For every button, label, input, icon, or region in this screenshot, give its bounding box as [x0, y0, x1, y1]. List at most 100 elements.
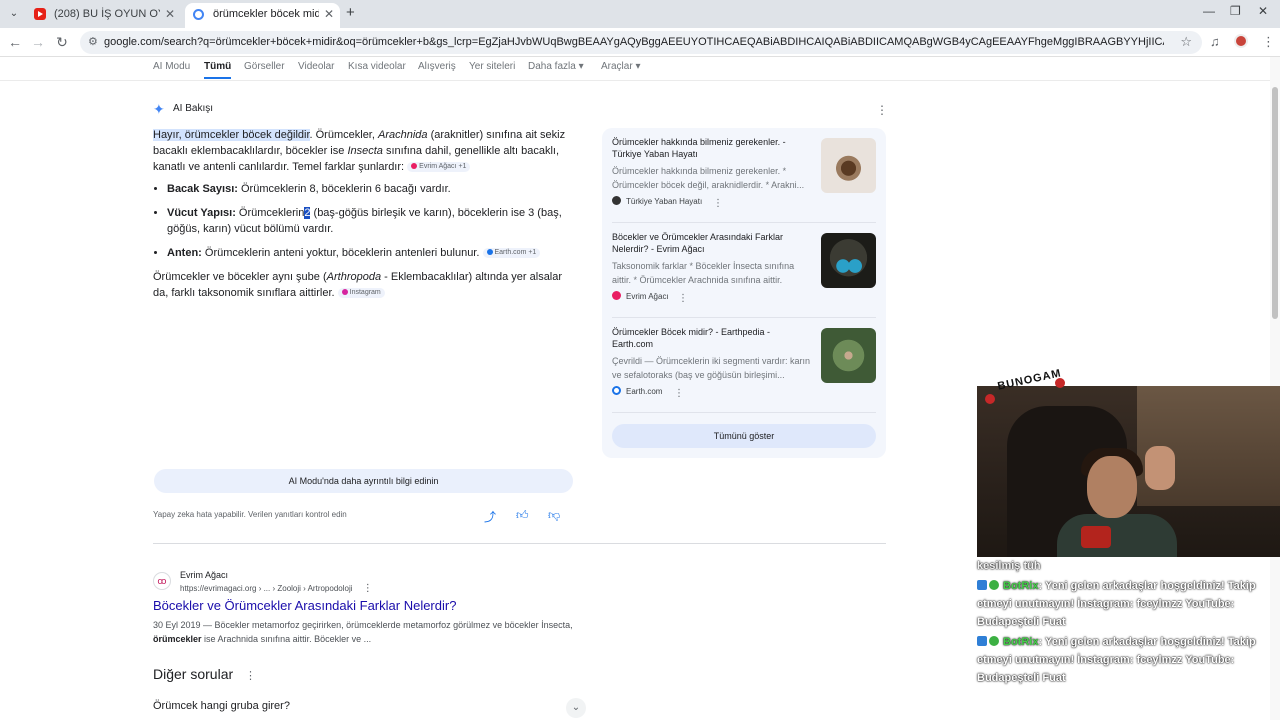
- bullet-label: Vücut Yapısı:: [167, 207, 236, 219]
- address-bar[interactable]: ⚙ google.com/search?q=örümcekler+böcek+m…: [80, 31, 1202, 54]
- result-url-text: https://evrimagaci.org › ... › Zooloji ›…: [180, 584, 353, 593]
- reload-icon[interactable]: ↻: [53, 34, 71, 50]
- source-menu-icon[interactable]: ⋮: [674, 388, 684, 399]
- bookmark-star-icon[interactable]: ☆: [1180, 34, 1192, 50]
- thumbs-up-icon[interactable]: 👍︎: [516, 508, 529, 523]
- tab-label: (208) BU İŞ OYUN OYNAMAYA: [54, 8, 160, 20]
- source-card[interactable]: Örümcekler hakkında bilmeniz gerekenler.…: [612, 128, 876, 212]
- stream-logo: BUNOGAM: [983, 367, 1073, 404]
- source-menu-icon[interactable]: ⋮: [713, 198, 723, 209]
- tab-videos[interactable]: Videolar: [298, 61, 335, 72]
- back-arrow-icon[interactable]: ←: [6, 34, 24, 50]
- tab-all[interactable]: Tümü: [204, 61, 232, 79]
- summary-italic: Arthropoda: [326, 271, 382, 283]
- result-menu-icon[interactable]: ⋮: [363, 583, 373, 594]
- spider-thumbnail[interactable]: [821, 328, 876, 383]
- restore-icon[interactable]: ❐: [1230, 4, 1241, 18]
- caret-down-icon: ▾: [578, 61, 584, 72]
- tab-images[interactable]: Görseller: [244, 61, 285, 72]
- close-icon[interactable]: ✕: [165, 3, 175, 25]
- intro-text: . Örümcekler,: [309, 129, 378, 141]
- media-controls-icon[interactable]: ♫: [1210, 34, 1220, 49]
- ai-sources-panel: Örümcekler hakkında bilmeniz gerekenler.…: [602, 128, 886, 458]
- source-title[interactable]: Örümcekler hakkında bilmeniz gerekenler.…: [612, 136, 808, 160]
- tab-shopping[interactable]: Alışveriş: [418, 61, 456, 72]
- source-card[interactable]: Böcekler ve Örümcekler Arasındaki Farkla…: [612, 223, 876, 307]
- snippet-bold: örümcekler: [153, 634, 202, 644]
- logo-text: BUNOGAM: [996, 367, 1063, 393]
- intro-italic: Insecta: [347, 145, 383, 157]
- bullet-label: Bacak Sayısı:: [167, 183, 238, 195]
- source-chip[interactable]: Earth.com +1: [482, 248, 541, 259]
- toolbar: ← → ↻ ⚙ google.com/search?q=örümcekler+b…: [0, 28, 1280, 57]
- tab-search-icon[interactable]: ⌄: [6, 6, 22, 22]
- minimize-icon[interactable]: —: [1203, 4, 1215, 18]
- source-title[interactable]: Böcekler ve Örümcekler Arasındaki Farkla…: [612, 231, 808, 255]
- source-card[interactable]: Örümcekler Böcek midir? - Earthpedia - E…: [612, 318, 876, 402]
- window-close-icon[interactable]: ✕: [1258, 4, 1268, 18]
- result-url[interactable]: https://evrimagaci.org › ... › Zooloji ›…: [180, 583, 373, 594]
- new-tab-icon[interactable]: +: [346, 4, 355, 21]
- chevron-down-icon[interactable]: ⌄: [566, 698, 586, 718]
- question-item[interactable]: Örümcek hangi gruba girer?: [153, 700, 290, 712]
- ai-overview-body: Hayır, örümcekler böcek değildir. Örümce…: [153, 127, 571, 301]
- bullet-text: Örümceklerin anteni yoktur, böceklerin a…: [201, 247, 480, 259]
- other-questions-menu-icon[interactable]: ⋮: [245, 670, 256, 682]
- profile-avatar[interactable]: [1234, 34, 1248, 48]
- menu-kebab-icon[interactable]: ⋮: [1262, 34, 1275, 50]
- ai-overview-title: AI Bakışı: [173, 103, 214, 114]
- forward-arrow-icon[interactable]: →: [29, 34, 47, 50]
- source-menu-icon[interactable]: ⋮: [678, 293, 688, 304]
- source-site: Evrim Ağacı: [612, 291, 669, 301]
- ai-mode-more-button[interactable]: AI Modu'nda daha ayrıntılı bilgi edinin: [154, 469, 573, 493]
- tab-short-videos[interactable]: Kısa videolar: [348, 61, 406, 72]
- chat-username: BotRix: [1003, 636, 1039, 648]
- bullet-text: Örümceklerin: [235, 207, 305, 219]
- source-chip[interactable]: Evrim Ağacı +1: [407, 162, 471, 173]
- source-title[interactable]: Örümcekler Böcek midir? - Earthpedia - E…: [612, 326, 808, 350]
- source-snippet: Taksonomik farklar * Böcekler İnsecta sı…: [612, 261, 795, 285]
- list-item: Anten: Örümceklerin anteni yoktur, böcek…: [167, 245, 571, 261]
- other-questions-title: Diğer sorular ⋮: [153, 666, 256, 682]
- chip-label: Instagram: [349, 289, 381, 297]
- source-snippet: Örümcekler hakkında bilmeniz gerekenler.…: [612, 166, 805, 190]
- thumbs-down-icon[interactable]: 👎︎: [548, 508, 560, 523]
- ai-overview-menu-icon[interactable]: ⋮: [876, 103, 888, 117]
- cam-person-body: [1057, 514, 1177, 557]
- show-all-button[interactable]: Tümünü göster: [612, 424, 876, 448]
- share-icon[interactable]: ⤴: [484, 508, 496, 525]
- moderator-badge-icon: [977, 580, 987, 590]
- snippet-text: ise Arachnida sınıfına aittir. Böcekler …: [201, 634, 372, 644]
- tab-more[interactable]: Daha fazla ▾: [528, 61, 584, 72]
- tab-google-search[interactable]: örümcekler böcek midir - Goo ✕: [185, 3, 340, 28]
- chip-label: Earth.com +1: [494, 249, 537, 257]
- youtube-icon: [34, 8, 46, 20]
- tab-places[interactable]: Yer siteleri: [469, 61, 515, 72]
- source-site-name: Evrim Ağacı: [626, 292, 669, 301]
- jumping-spider-thumbnail[interactable]: [821, 233, 876, 288]
- ai-bullet-list: Bacak Sayısı: Örümceklerin 8, böceklerin…: [167, 181, 571, 261]
- source-chip[interactable]: Instagram: [337, 288, 385, 299]
- chat-message: BotRix: Yeni gelen arkadaşlar hoşgeldini…: [977, 577, 1267, 631]
- result-title-link[interactable]: Böcekler ve Örümcekler Arasındaki Farkla…: [153, 598, 456, 613]
- result-site-name[interactable]: Evrim Ağacı: [180, 570, 228, 580]
- site-info-icon[interactable]: ⚙: [88, 35, 98, 48]
- tab-youtube[interactable]: (208) BU İŞ OYUN OYNAMAYA ✕: [26, 3, 181, 28]
- instagram-icon: [341, 289, 348, 296]
- source-site: Türkiye Yaban Hayatı: [612, 196, 702, 206]
- close-icon[interactable]: ✕: [324, 3, 334, 25]
- chat-message: BotRix: Yeni gelen arkadaşlar hoşgeldini…: [977, 633, 1267, 687]
- scrollbar-thumb[interactable]: [1272, 87, 1278, 319]
- tab-label: örümcekler böcek midir - Goo: [213, 8, 319, 20]
- cam-person-head: [1087, 456, 1137, 518]
- spider-thumbnail[interactable]: [821, 138, 876, 193]
- tab-ai-mode[interactable]: AI Modu: [153, 61, 190, 72]
- moderator-badge-icon: [977, 636, 987, 646]
- tab-strip: ⌄ (208) BU İŞ OYUN OYNAMAYA ✕ örümcekler…: [0, 0, 1280, 28]
- divider: [612, 412, 876, 413]
- tab-tools[interactable]: Araçlar ▾: [601, 61, 641, 72]
- ai-intro-paragraph: Hayır, örümcekler böcek değildir. Örümce…: [153, 127, 571, 175]
- url-text[interactable]: google.com/search?q=örümcekler+böcek+mid…: [104, 36, 1164, 49]
- paw-icon: [612, 196, 621, 205]
- source-snippet: Çevrildi — Örümceklerin iki segmenti var…: [612, 356, 811, 380]
